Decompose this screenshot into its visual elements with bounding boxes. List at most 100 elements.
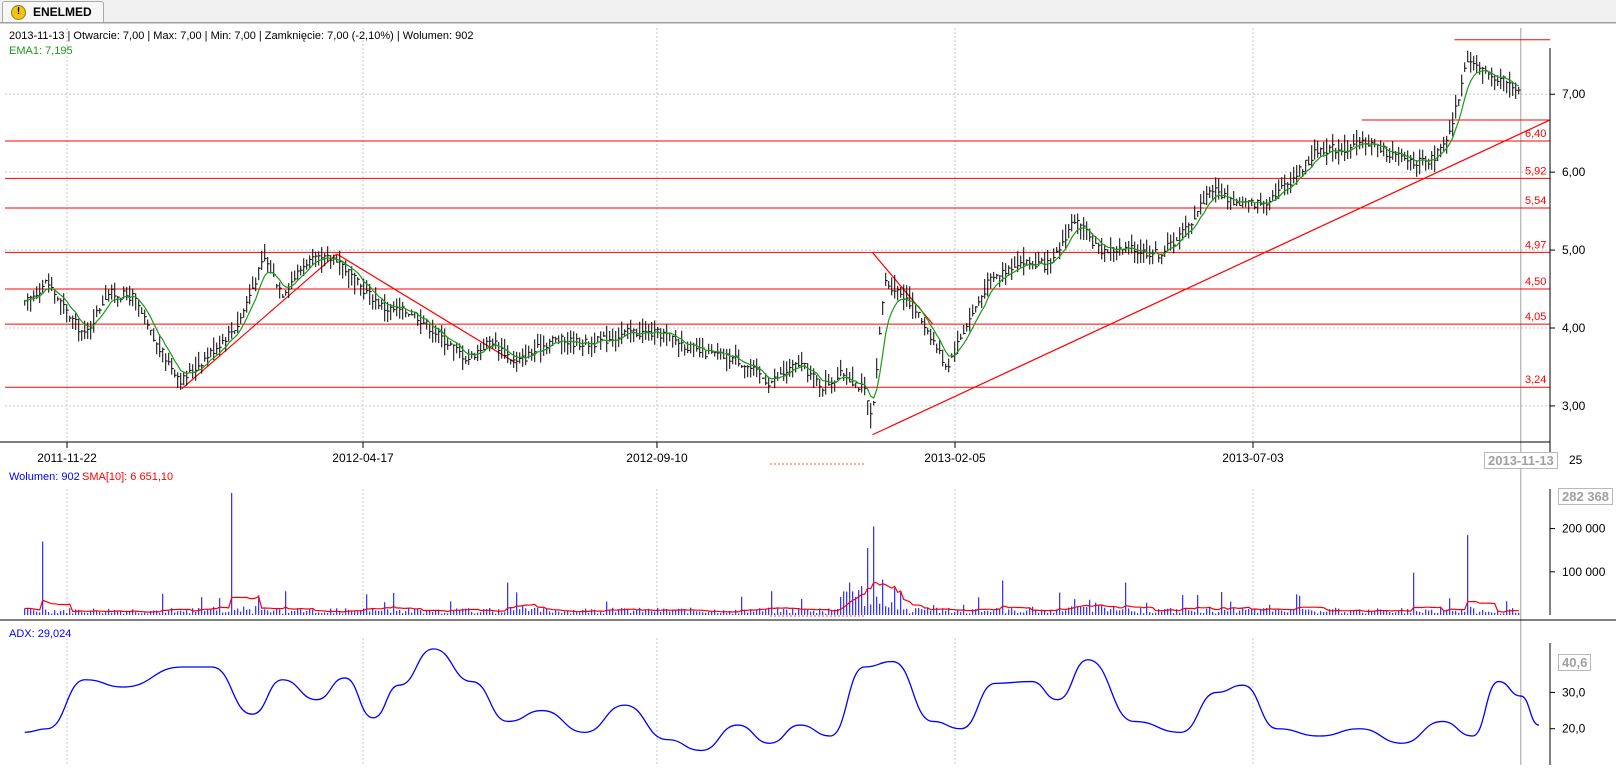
price-bar	[1257, 199, 1260, 214]
price-bar	[1437, 147, 1440, 162]
price-bar	[876, 358, 879, 379]
price-bar	[1500, 68, 1503, 90]
y-tick-label: 4,00	[1562, 321, 1586, 335]
price-bar	[339, 250, 342, 276]
price-bar	[1314, 139, 1317, 160]
price-bar	[444, 328, 447, 356]
price-bar	[285, 290, 288, 296]
price-bar	[150, 329, 153, 336]
panel-frames	[0, 22, 1616, 765]
price-bar	[378, 298, 381, 310]
price-bar	[555, 336, 558, 343]
x-tick-label: 2011-11-22	[37, 451, 97, 465]
price-bar	[924, 317, 927, 336]
price-bar	[465, 356, 468, 364]
price-bar	[921, 318, 924, 325]
price-bar	[204, 351, 207, 362]
price-bar	[867, 400, 870, 415]
stock-chart[interactable]: 6,405,925,544,974,504,053,24 2011-11-22 2…	[0, 22, 1616, 765]
tab-enelmed[interactable]: ! ENELMED	[2, 1, 104, 22]
price-bar	[1116, 246, 1119, 261]
price-bar	[306, 259, 309, 270]
price-bar	[660, 328, 663, 347]
price-bar	[279, 282, 282, 299]
price-bar	[753, 360, 756, 376]
warning-icon: !	[11, 4, 26, 20]
price-bar	[57, 296, 60, 302]
ema-line	[24, 70, 1519, 399]
price-bar	[1482, 66, 1485, 84]
price-bar	[270, 260, 273, 274]
price-bar	[402, 301, 405, 320]
price-bar	[1464, 62, 1467, 72]
price-bar	[1422, 149, 1425, 166]
price-bar	[960, 333, 963, 340]
price-bar	[627, 323, 630, 339]
price-bar	[249, 284, 252, 305]
price-bar	[1494, 74, 1497, 91]
price-bar	[1026, 259, 1029, 265]
price-bar	[1455, 94, 1458, 119]
price-bar	[1158, 253, 1161, 263]
price-bar	[618, 327, 621, 348]
axis-labels: 2011-11-22 2012-04-17 2012-09-10 2013-02-05…	[37, 87, 1606, 735]
price-bar	[735, 344, 738, 365]
price-bar	[768, 376, 771, 394]
level-label: 4,05	[1525, 311, 1546, 323]
price-bar	[357, 277, 360, 286]
price-bar	[72, 315, 75, 330]
price-bar	[1233, 191, 1236, 206]
price-bar	[111, 284, 114, 300]
price-bar	[480, 342, 483, 361]
price-bar	[87, 322, 90, 339]
price-bar	[1377, 144, 1380, 158]
price-bar	[1485, 65, 1488, 74]
price-bar	[1317, 140, 1320, 158]
price-bar	[861, 373, 864, 393]
price-bar	[603, 331, 606, 337]
y-tick-label: 7,00	[1562, 87, 1586, 101]
price-bar	[996, 273, 999, 280]
price-bar	[468, 349, 471, 365]
price-bar	[1479, 62, 1482, 75]
price-bar	[870, 403, 873, 429]
price-bar	[810, 365, 813, 380]
price-bar	[630, 319, 633, 343]
price-bar	[498, 341, 501, 361]
price-bar	[705, 350, 708, 360]
price-bar	[1110, 237, 1113, 261]
x-tick-label: 2012-09-10	[626, 451, 688, 465]
price-bar	[1449, 120, 1452, 135]
sma-label: SMA[10]: 6 651,10	[82, 471, 174, 483]
price-bar	[1149, 245, 1152, 265]
price-bar	[981, 295, 984, 308]
price-bar	[816, 375, 819, 387]
price-bar	[837, 367, 840, 381]
price-bar	[171, 357, 174, 375]
price-bar	[222, 333, 225, 345]
price-bar	[912, 292, 915, 319]
price-bar	[792, 359, 795, 378]
price-bar	[891, 277, 894, 296]
price-bar	[1071, 213, 1074, 232]
price-bar	[1416, 160, 1419, 177]
price-bar	[132, 288, 135, 307]
price-bar	[1188, 222, 1191, 239]
price-bar	[192, 364, 195, 379]
price-bar	[30, 295, 33, 312]
price-bar	[819, 379, 822, 398]
price-bar	[1200, 194, 1203, 215]
price-bar	[1209, 186, 1212, 199]
y-tick-label: 5,00	[1562, 243, 1586, 257]
price-bar	[69, 315, 72, 323]
price-bar	[243, 308, 246, 318]
x-tick-label: 2013-02-05	[924, 451, 986, 465]
price-bar	[1359, 136, 1362, 150]
price-bar	[561, 333, 564, 355]
price-bar	[903, 284, 906, 311]
price-bar	[525, 344, 528, 366]
price-bar	[975, 306, 978, 313]
grid	[5, 28, 1550, 765]
chart-area[interactable]: 6,40 5,92 5,54 4,97 4,50 4,05 3,24 2011-11-22 2…	[0, 22, 1616, 765]
price-bar	[807, 362, 810, 383]
